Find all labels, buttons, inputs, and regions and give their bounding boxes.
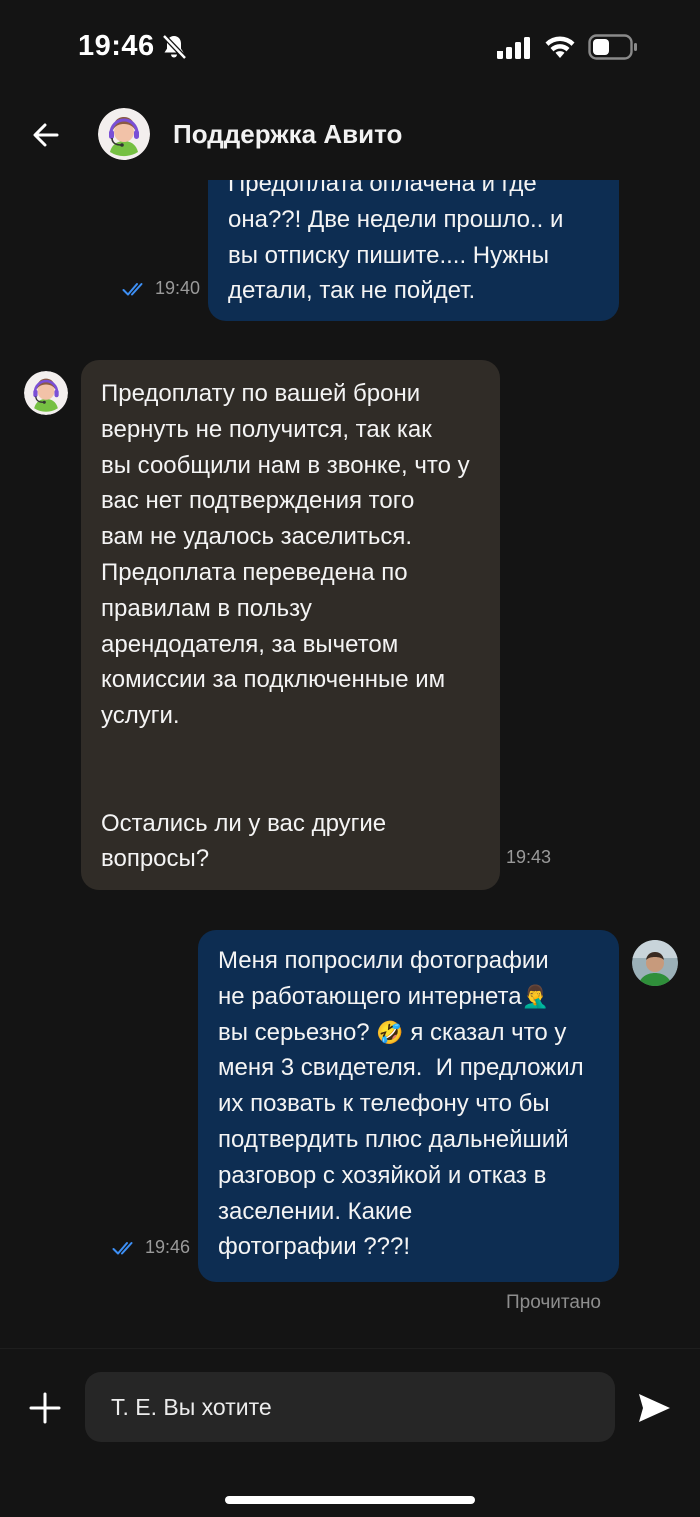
rofl-emoji: 🤣: [376, 1019, 404, 1045]
message-text-line: я сказал что у: [403, 1018, 567, 1046]
message-bubble-incoming[interactable]: Предоплату по вашей брони вернуть не пол…: [81, 360, 500, 890]
message-text-line: меня 3 свидетеля. И предложил их позвать…: [218, 1054, 584, 1261]
message-meta: 19:43: [506, 847, 551, 868]
home-indicator: [225, 1496, 475, 1504]
plus-icon[interactable]: [28, 1391, 62, 1425]
battery-icon: [588, 34, 637, 60]
message-time: 19:46: [145, 1237, 191, 1257]
status-bar: 19:46: [0, 0, 700, 95]
signal-icon: [497, 37, 530, 59]
message-text: Предоплату по вашей брони вернуть не пол…: [101, 380, 470, 873]
chat-header: Поддержка Авито: [0, 95, 700, 180]
user-avatar: [632, 940, 678, 986]
message-text: Предоплата оплачена и где она??! Две нед…: [228, 180, 564, 305]
arrow-left-icon[interactable]: [28, 117, 64, 153]
chat-title: Поддержка Авито: [173, 119, 403, 149]
send-icon[interactable]: [636, 1391, 672, 1425]
message-time: 19:43: [506, 847, 552, 867]
message-text-line: Меня попросили фотографии: [218, 947, 549, 974]
read-status: Прочитано: [506, 1292, 601, 1313]
message-text-line: не работающего интернета: [218, 982, 522, 1010]
message-meta: 19:40: [122, 278, 200, 299]
message-time: 19:40: [155, 278, 201, 298]
wifi-icon: [545, 36, 575, 58]
status-time: 19:46: [78, 30, 155, 62]
double-check-icon: [122, 282, 143, 295]
bell-slash-icon: [162, 34, 187, 60]
message-bubble-outgoing[interactable]: Меня попросили фотографии не работающего…: [198, 930, 619, 1282]
facepalm-emoji: 🤦‍♂️: [521, 983, 550, 1009]
message-input[interactable]: [111, 1372, 589, 1442]
message-input-box[interactable]: [85, 1372, 615, 1442]
message-text-line: вы серьезно?: [218, 1018, 370, 1046]
message-bubble-outgoing[interactable]: Предоплата оплачена и где она??! Две нед…: [208, 180, 619, 321]
support-agent-avatar[interactable]: [98, 108, 150, 160]
support-agent-avatar: [24, 371, 68, 415]
message-composer: [0, 1348, 700, 1517]
message-meta: 19:46: [112, 1237, 190, 1258]
double-check-icon: [112, 1241, 133, 1254]
message-list[interactable]: Предоплата оплачена и где она??! Две нед…: [0, 180, 700, 1348]
message-text: Меня попросили фотографии не работающего…: [218, 943, 599, 1265]
